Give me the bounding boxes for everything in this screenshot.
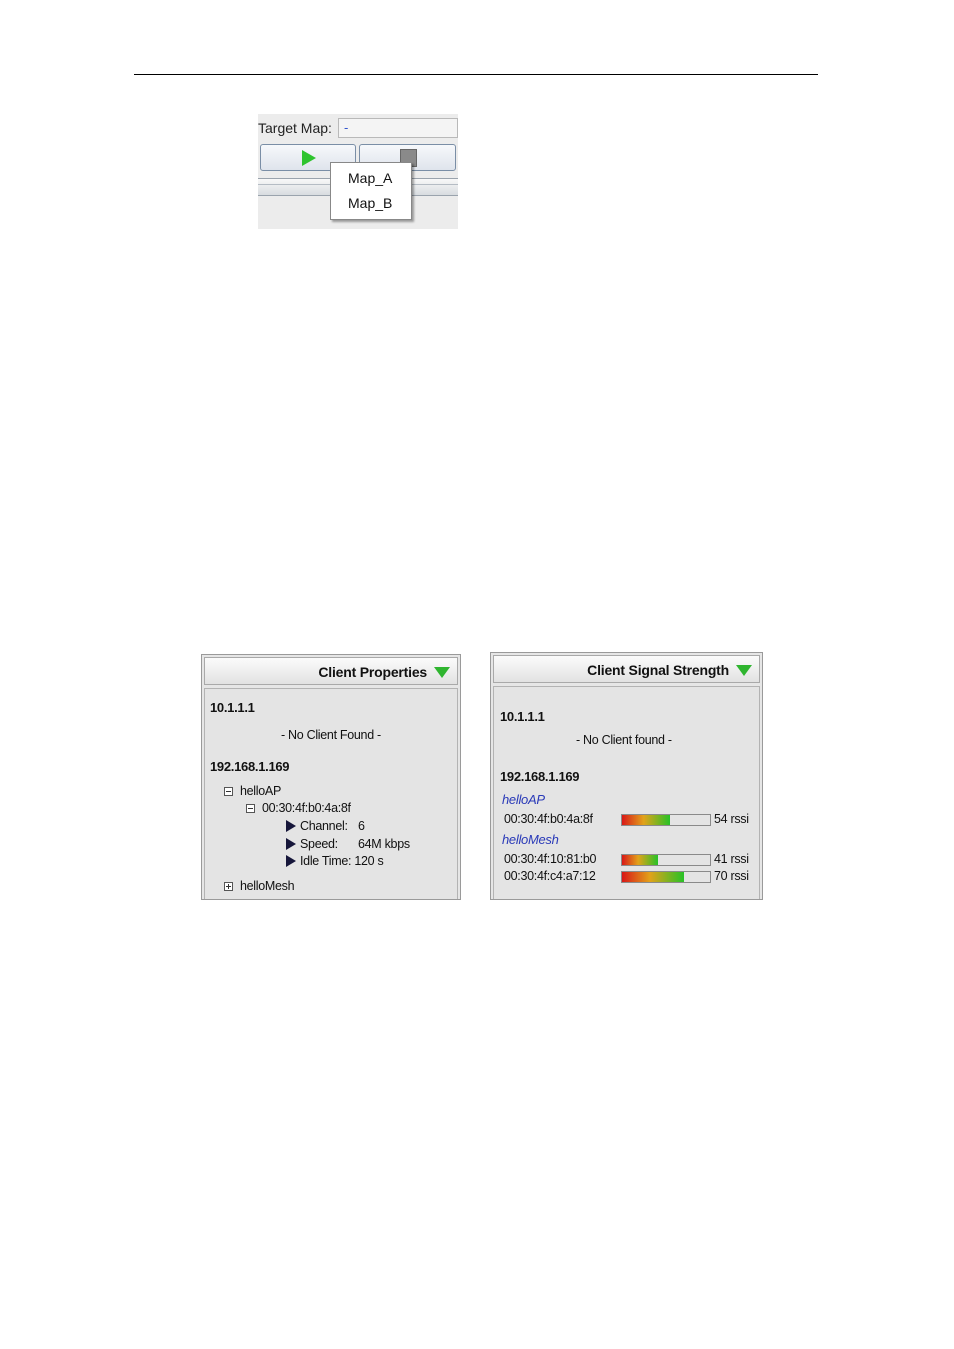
panel-title: Client Properties [318,664,427,680]
signal-bar [621,814,711,826]
collapse-icon[interactable] [246,804,255,813]
group-name-helloap: helloAP [502,792,545,807]
collapse-arrow-icon[interactable] [434,667,450,678]
client-properties-header[interactable]: Client Properties [204,657,458,685]
collapse-arrow-icon[interactable] [736,665,752,676]
signal-bar [621,854,711,866]
client-mac: 00:30:4f:c4:a7:12 [504,869,596,883]
signal-bar-fill [622,872,684,882]
client-properties-body: 10.1.1.1 - No Client Found - 192.168.1.1… [204,688,458,899]
speed-label: Speed: [300,837,338,851]
no-client-text: - No Client found - [576,733,672,747]
signal-bar-fill [622,855,659,865]
tree-client-mac[interactable]: 00:30:4f:b0:4a:8f [262,801,351,815]
target-map-dropdown[interactable]: - [338,118,458,138]
speed-value: 64M kbps [358,837,410,851]
signal-bar-fill [622,815,670,825]
bullet-arrow-icon [286,820,296,832]
client-signal-body: 10.1.1.1 - No Client found - 192.168.1.1… [493,686,760,899]
panel-title: Client Signal Strength [587,662,729,678]
client-signal-strength-panel: Client Signal Strength 10.1.1.1 - No Cli… [490,652,763,900]
menu-item-map-b[interactable]: Map_B [348,195,392,211]
ap-ip-label: 192.168.1.169 [500,769,580,784]
rssi-value: 54 rssi [714,812,749,826]
page-header-rule [134,74,818,75]
client-mac: 00:30:4f:b0:4a:8f [504,812,593,826]
target-map-value: - [344,120,349,135]
ap-ip-label: 192.168.1.169 [210,759,290,774]
tree-group-helloap[interactable]: helloAP [240,784,281,798]
menu-item-map-a[interactable]: Map_A [348,170,392,186]
target-map-label: Target Map: [258,120,332,136]
rssi-value: 70 rssi [714,869,749,883]
tree-group-hellomesh[interactable]: helloMesh [240,879,295,893]
client-mac: 00:30:4f:10:81:b0 [504,852,597,866]
bullet-arrow-icon [286,838,296,850]
client-signal-header[interactable]: Client Signal Strength [493,655,760,683]
expand-icon[interactable] [224,882,233,891]
client-properties-panel: Client Properties 10.1.1.1 - No Client F… [201,654,461,900]
target-map-menu: Map_A Map_B [330,162,412,220]
no-client-text: - No Client Found - [281,728,381,742]
ap-ip-label: 10.1.1.1 [500,709,545,724]
play-icon [302,150,316,166]
channel-label: Channel: [300,819,348,833]
bullet-arrow-icon [286,855,296,867]
idle-time-label: Idle Time: 120 s [300,854,384,868]
target-map-panel: Target Map: - Map_A Map_B [258,114,458,229]
rssi-value: 41 rssi [714,852,749,866]
signal-bar [621,871,711,883]
collapse-icon[interactable] [224,787,233,796]
channel-value: 6 [358,819,365,833]
group-name-hellomesh: helloMesh [502,832,559,847]
ap-ip-label: 10.1.1.1 [210,700,255,715]
